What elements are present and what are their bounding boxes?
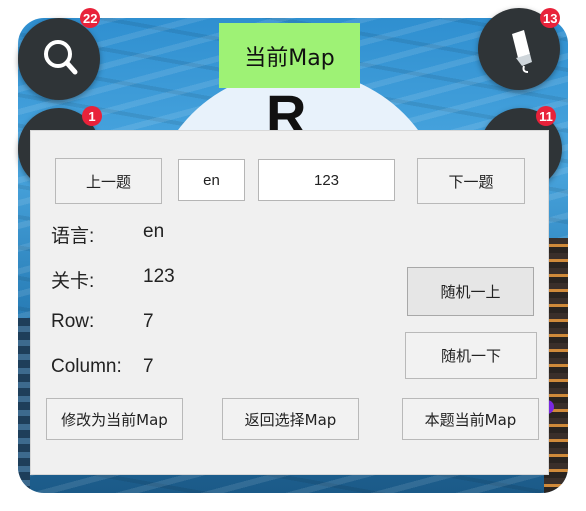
back-to-map-select-button[interactable]: 返回选择Map bbox=[222, 398, 359, 440]
language-input[interactable]: en bbox=[178, 159, 245, 201]
language-value: en bbox=[143, 221, 165, 242]
level-label: 关卡: bbox=[51, 271, 95, 292]
row-label: Row: bbox=[51, 311, 95, 332]
this-level-current-map-button[interactable]: 本题当前Map bbox=[402, 398, 539, 440]
random-down-button[interactable]: 随机一下 bbox=[405, 332, 537, 379]
level-input[interactable]: 123 bbox=[258, 159, 395, 201]
map-debug-dialog: 上一题 en 123 下一题 语言: en 关卡: 123 Row: 7 Col… bbox=[30, 130, 549, 475]
prev-level-button[interactable]: 上一题 bbox=[55, 158, 162, 204]
paint-badge: 13 bbox=[540, 8, 561, 28]
modify-to-current-map-button[interactable]: 修改为当前Map bbox=[46, 398, 183, 440]
random-up-button[interactable]: 随机一上 bbox=[407, 267, 534, 316]
level-value: 123 bbox=[143, 266, 175, 287]
next-level-button[interactable]: 下一题 bbox=[417, 158, 525, 204]
magnifier-icon bbox=[44, 40, 78, 75]
search-badge: 22 bbox=[80, 8, 101, 28]
language-label: 语言: bbox=[51, 226, 95, 247]
column-label: Column: bbox=[51, 356, 122, 377]
current-map-tab[interactable]: 当前Map bbox=[219, 23, 360, 88]
search-button[interactable] bbox=[18, 18, 100, 100]
column-value: 7 bbox=[143, 356, 154, 377]
row-value: 7 bbox=[143, 311, 154, 332]
left-side-badge: 1 bbox=[82, 106, 102, 126]
right-side-badge: 11 bbox=[536, 106, 556, 126]
city-edge-left bbox=[18, 318, 30, 493]
